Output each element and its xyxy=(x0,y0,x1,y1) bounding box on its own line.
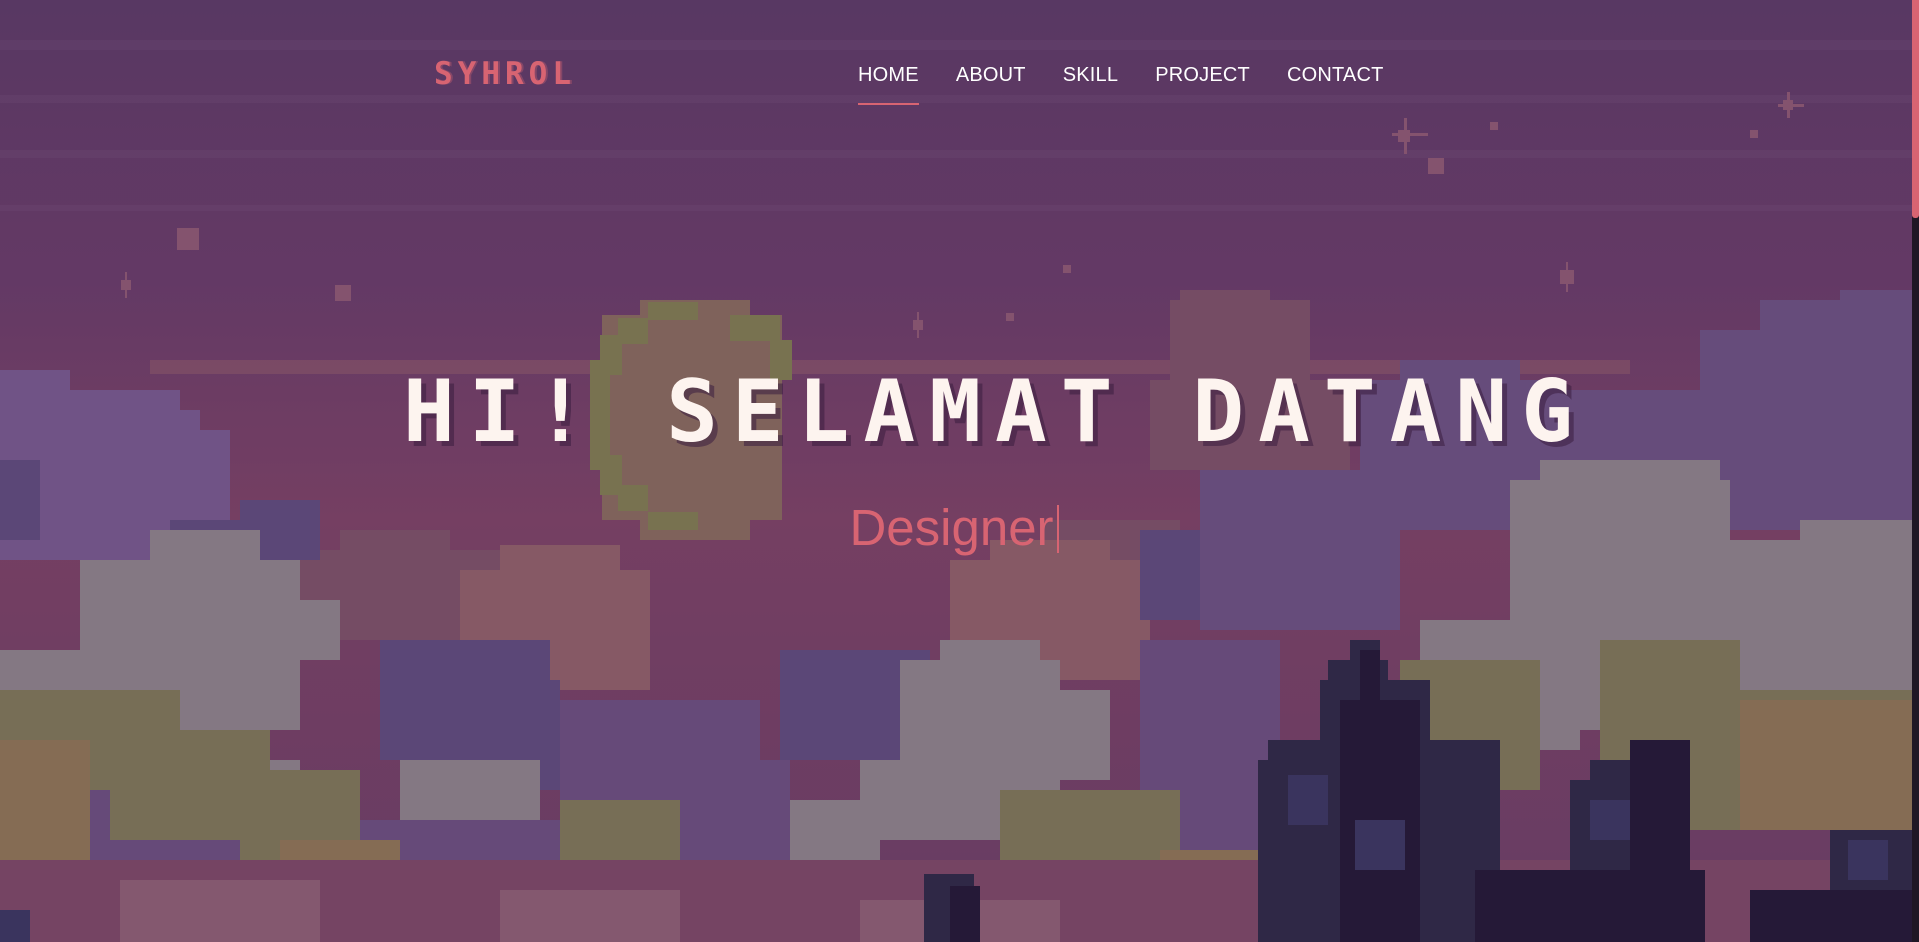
hero-background-pixel-art xyxy=(0,0,1912,942)
hero-title: HI! SELAMAT DATANG xyxy=(403,362,1587,462)
nav-about-link[interactable]: ABOUT xyxy=(956,64,1026,105)
nav-project-link[interactable]: PROJECT xyxy=(1155,64,1250,105)
hero-typed-subtitle: Designer xyxy=(0,498,1908,557)
site-logo[interactable]: SYHROL xyxy=(434,56,576,92)
nav-contact-link[interactable]: CONTACT xyxy=(1287,64,1384,105)
scrollbar-thumb[interactable] xyxy=(1912,0,1919,218)
nav-menu: HOME ABOUT SKILL PROJECT CONTACT xyxy=(858,64,1384,105)
nav-skill-link[interactable]: SKILL xyxy=(1063,64,1118,105)
typed-text: Designer xyxy=(849,499,1054,556)
nav-home-link[interactable]: HOME xyxy=(858,64,919,105)
scrollbar-track[interactable] xyxy=(1912,0,1919,942)
navbar: SYHROL HOME ABOUT SKILL PROJECT CONTACT xyxy=(0,0,1912,130)
typing-cursor xyxy=(1056,505,1059,553)
